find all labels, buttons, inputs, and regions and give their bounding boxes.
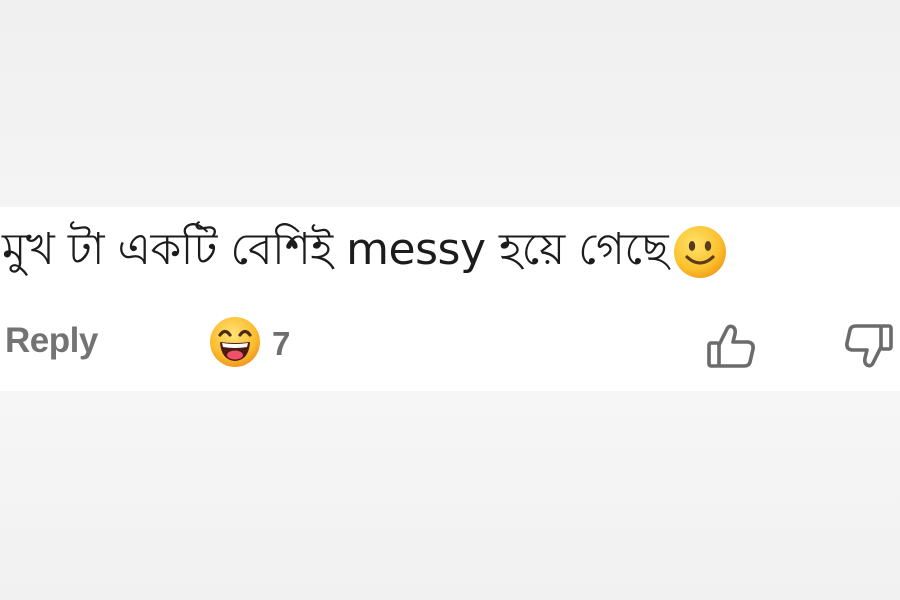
comment-card: মুখ টা একটি বেশিই messy হয়ে গেছে Reply [0, 207, 900, 391]
downvote-button[interactable] [842, 319, 896, 373]
reaction-badge[interactable]: 7 [208, 317, 290, 371]
grinning-squinting-face-icon [208, 315, 262, 373]
slightly-smiling-face-icon [672, 224, 728, 280]
comment-actions: Reply 7 [0, 313, 900, 373]
comment-text: মুখ টা একটি বেশিই messy হয়ে গেছে [2, 223, 669, 275]
upvote-button[interactable] [704, 319, 758, 373]
thumbs-up-icon [704, 324, 758, 377]
reaction-count: 7 [272, 325, 291, 362]
comment-body: মুখ টা একটি বেশিই messy হয়ে গেছে [2, 217, 728, 287]
thumbs-down-icon [842, 324, 896, 377]
reply-button[interactable]: Reply [5, 321, 98, 361]
